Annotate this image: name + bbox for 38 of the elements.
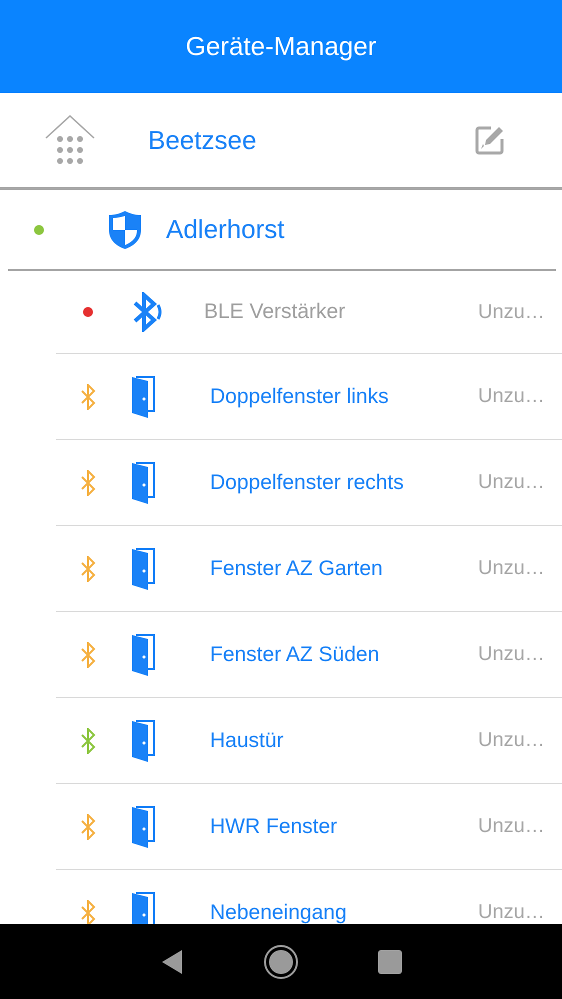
device-row[interactable]: Fenster AZ Garten Unzu… xyxy=(56,526,562,612)
device-name: BLE Verstärker xyxy=(204,300,346,324)
home-name[interactable]: Beetzsee xyxy=(148,124,475,156)
device-status: Unzu… xyxy=(478,385,546,408)
group-name[interactable]: Adlerhorst xyxy=(166,214,284,245)
device-status: Unzu… xyxy=(478,471,546,494)
device-row[interactable]: BLE Verstärker Unzu… xyxy=(56,271,562,354)
door-icon xyxy=(130,546,156,590)
door-icon xyxy=(130,460,156,504)
device-row[interactable]: Fenster AZ Süden Unzu… xyxy=(56,612,562,698)
home-grid-icon xyxy=(44,115,96,165)
screen-title: Geräte-Manager xyxy=(186,31,376,62)
device-status: Unzu… xyxy=(478,901,546,924)
device-status: Unzu… xyxy=(478,300,546,324)
device-name: Doppelfenster links xyxy=(210,384,390,408)
device-row[interactable]: Doppelfenster links Unzu… xyxy=(56,354,562,440)
back-icon[interactable] xyxy=(160,948,184,974)
device-status: Unzu… xyxy=(478,643,546,666)
door-icon xyxy=(130,804,156,848)
device-row[interactable]: Haustür Unzu… xyxy=(56,698,562,784)
device-name: Fenster AZ Süden xyxy=(210,642,380,666)
device-status: Unzu… xyxy=(478,729,546,752)
device-name: Fenster AZ Garten xyxy=(210,556,384,580)
device-name: Doppelfenster rechts xyxy=(210,470,405,494)
device-status: Unzu… xyxy=(478,557,546,580)
home-icon[interactable] xyxy=(262,944,299,980)
shield-icon xyxy=(108,210,142,250)
device-name: HWR Fenster xyxy=(210,814,338,838)
device-name: Haustür xyxy=(210,728,285,752)
device-row[interactable]: HWR Fenster Unzu… xyxy=(56,784,562,870)
device-row[interactable]: Doppelfenster rechts Unzu… xyxy=(56,440,562,526)
recents-icon[interactable] xyxy=(378,950,402,974)
door-icon xyxy=(130,718,156,762)
door-icon xyxy=(130,890,156,924)
device-name: Nebeneingang xyxy=(210,900,348,924)
device-status: Unzu… xyxy=(478,815,546,838)
door-icon xyxy=(130,632,156,676)
door-icon xyxy=(130,374,156,418)
